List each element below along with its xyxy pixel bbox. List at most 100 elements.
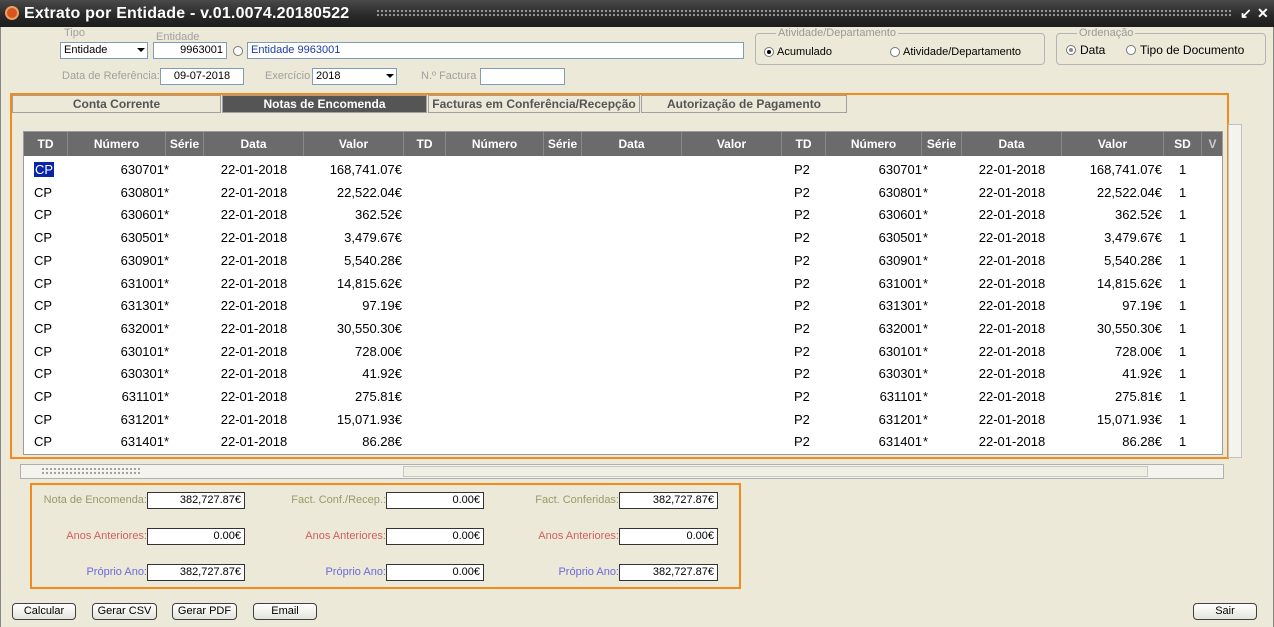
table-row[interactable]: CP 630101 * 22-01-2018 728.00€ P2 630101 * 22-01… [24, 341, 1222, 363]
cell-numero[interactable]: 630801 [68, 182, 164, 204]
cell-sd[interactable]: 1 [1179, 250, 1199, 272]
cell-data[interactable]: 22-01-2018 [962, 182, 1062, 204]
cell-data[interactable]: 22-01-2018 [204, 409, 304, 431]
cell-numero[interactable]: 630601 [826, 204, 922, 226]
close-icon[interactable]: ✕ [1257, 6, 1269, 20]
gerar-csv-button[interactable]: Gerar CSV [92, 603, 157, 620]
grid-vertical-scrollbar[interactable] [1228, 124, 1242, 458]
cell-valor[interactable]: 97.19€ [304, 295, 402, 317]
cell-numero[interactable]: 630301 [826, 363, 922, 385]
cell-numero[interactable]: 631101 [68, 386, 164, 408]
cell-td[interactable]: CP [34, 227, 64, 249]
minimize-icon[interactable]: ↙ [1240, 6, 1252, 20]
cell-td[interactable]: P2 [794, 409, 824, 431]
cell-data[interactable]: 22-01-2018 [204, 386, 304, 408]
cell-td[interactable]: P2 [794, 295, 824, 317]
cell-sd[interactable]: 1 [1179, 363, 1199, 385]
entidade-code-field[interactable]: 9963001 [153, 42, 227, 59]
cell-serie[interactable]: * [164, 227, 180, 249]
cell-data[interactable]: 22-01-2018 [204, 227, 304, 249]
cell-sd[interactable]: 1 [1179, 295, 1199, 317]
cell-valor[interactable]: 30,550.30€ [304, 318, 402, 340]
cell-valor[interactable]: 362.52€ [304, 204, 402, 226]
table-row[interactable]: CP 630701 * 22-01-2018 168,741.07€ P2 630701 * 2… [24, 159, 1222, 181]
header-v[interactable]: V [1202, 132, 1222, 156]
cell-td[interactable]: CP [34, 295, 64, 317]
cell-data[interactable]: 22-01-2018 [204, 250, 304, 272]
table-row[interactable]: CP 630601 * 22-01-2018 362.52€ P2 630601 * 22-01… [24, 204, 1222, 226]
cell-data[interactable]: 22-01-2018 [962, 386, 1062, 408]
cell-valor[interactable]: 86.28€ [1062, 431, 1162, 453]
cell-sd[interactable]: 1 [1179, 386, 1199, 408]
acumulado-radio[interactable] [764, 47, 774, 57]
cell-numero[interactable]: 630901 [826, 250, 922, 272]
cell-td[interactable]: P2 [794, 227, 824, 249]
cell-data[interactable]: 22-01-2018 [962, 204, 1062, 226]
cell-numero[interactable]: 631201 [826, 409, 922, 431]
cell-td[interactable]: CP [34, 341, 64, 363]
cell-td[interactable]: CP [34, 409, 64, 431]
cell-numero[interactable]: 630901 [68, 250, 164, 272]
cell-data[interactable]: 22-01-2018 [204, 318, 304, 340]
header-numero-2[interactable]: Número [446, 132, 544, 156]
header-sd[interactable]: SD [1164, 132, 1202, 156]
cell-valor[interactable]: 15,071.93€ [1062, 409, 1162, 431]
tab-notas-encomenda[interactable]: Notas de Encomenda [222, 95, 427, 113]
cell-data[interactable]: 22-01-2018 [204, 431, 304, 453]
cell-sd[interactable]: 1 [1179, 341, 1199, 363]
cell-numero[interactable]: 631301 [68, 295, 164, 317]
cell-valor[interactable]: 728.00€ [304, 341, 402, 363]
email-button[interactable]: Email [253, 603, 317, 620]
cell-sd[interactable]: 1 [1179, 227, 1199, 249]
factura-field[interactable] [480, 68, 565, 85]
cell-sd[interactable]: 1 [1179, 409, 1199, 431]
ordenacao-tipo-radio[interactable] [1126, 45, 1136, 55]
cell-valor[interactable]: 168,741.07€ [1062, 159, 1162, 181]
cell-serie[interactable]: * [923, 386, 939, 408]
cell-serie[interactable]: * [923, 431, 939, 453]
cell-td[interactable]: CP [34, 204, 64, 226]
cell-td[interactable]: P2 [794, 204, 824, 226]
cell-numero[interactable]: 631301 [826, 295, 922, 317]
tab-autorizacao-pagamento[interactable]: Autorização de Pagamento [641, 95, 847, 113]
cell-serie[interactable]: * [923, 204, 939, 226]
cell-sd[interactable]: 1 [1179, 273, 1199, 295]
cell-td[interactable]: P2 [794, 363, 824, 385]
exercicio-select[interactable]: 2018 [312, 68, 397, 85]
cell-data[interactable]: 22-01-2018 [204, 204, 304, 226]
cell-numero[interactable]: 631401 [68, 431, 164, 453]
table-row[interactable]: CP 631101 * 22-01-2018 275.81€ P2 631101 * 22-01… [24, 386, 1222, 408]
cell-valor[interactable]: 97.19€ [1062, 295, 1162, 317]
data-referencia-field[interactable]: 09-07-2018 [160, 68, 244, 85]
cell-td[interactable]: CP [34, 431, 64, 453]
cell-serie[interactable]: * [923, 341, 939, 363]
cell-data[interactable]: 22-01-2018 [962, 363, 1062, 385]
table-row[interactable]: CP 630901 * 22-01-2018 5,540.28€ P2 630901 * 22-… [24, 250, 1222, 272]
cell-td[interactable]: P2 [794, 431, 824, 453]
cell-numero[interactable]: 630501 [826, 227, 922, 249]
cell-serie[interactable]: * [164, 182, 180, 204]
cell-td[interactable]: P2 [794, 159, 824, 181]
cell-valor[interactable]: 15,071.93€ [304, 409, 402, 431]
notas-encomenda-grid[interactable]: TD Número Série Data Valor TD Número Sér… [23, 131, 1223, 455]
cell-numero[interactable]: 630101 [68, 341, 164, 363]
cell-valor[interactable]: 30,550.30€ [1062, 318, 1162, 340]
cell-valor[interactable]: 275.81€ [1062, 386, 1162, 408]
cell-td[interactable]: CP [34, 159, 64, 181]
cell-serie[interactable]: * [164, 386, 180, 408]
cell-serie[interactable]: * [923, 182, 939, 204]
header-data[interactable]: Data [204, 132, 304, 156]
cell-numero[interactable]: 632001 [826, 318, 922, 340]
cell-serie[interactable]: * [923, 363, 939, 385]
cell-valor[interactable]: 3,479.67€ [304, 227, 402, 249]
tipo-select[interactable]: Entidade [60, 42, 148, 59]
cell-numero[interactable]: 630301 [68, 363, 164, 385]
header-td-2[interactable]: TD [404, 132, 446, 156]
cell-td[interactable]: CP [34, 363, 64, 385]
cell-data[interactable]: 22-01-2018 [962, 318, 1062, 340]
cell-sd[interactable]: 1 [1179, 431, 1199, 453]
cell-serie[interactable]: * [164, 363, 180, 385]
cell-numero[interactable]: 631401 [826, 431, 922, 453]
table-row[interactable]: CP 632001 * 22-01-2018 30,550.30€ P2 632001 * 22… [24, 318, 1222, 340]
cell-numero[interactable]: 630501 [68, 227, 164, 249]
